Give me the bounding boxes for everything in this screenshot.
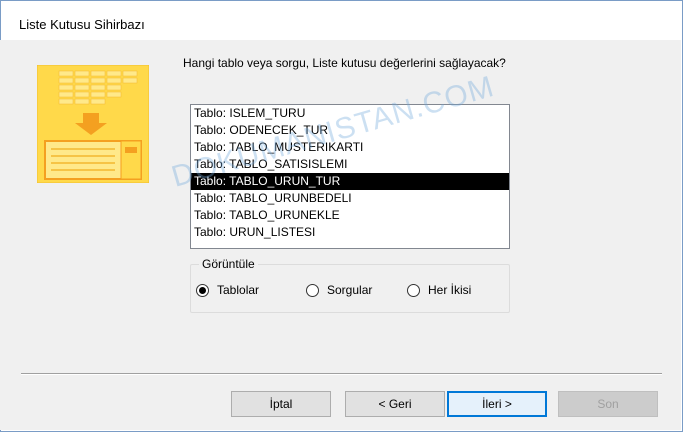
list-item-tablo-musterikarti[interactable]: Tablo: TABLO_MUSTERIKARTI (191, 139, 509, 156)
radio-queries-label: Sorgular (327, 283, 373, 297)
list-item-tablo-urunbedeli[interactable]: Tablo: TABLO_URUNBEDELI (191, 190, 509, 207)
radio-both[interactable]: Her İkisi (407, 283, 471, 297)
window-title: Liste Kutusu Sihirbazı (19, 17, 145, 32)
back-button[interactable]: < Geri (345, 391, 445, 417)
list-item-urun-listesi[interactable]: Tablo: URUN_LISTESI (191, 224, 509, 241)
wizard-illustration-icon (37, 65, 149, 183)
list-item-odenecek-tur[interactable]: Tablo: ODENECEK_TUR (191, 122, 509, 139)
radio-unchecked-icon[interactable] (306, 283, 319, 297)
radio-checked-icon[interactable] (196, 283, 209, 297)
button-separator (21, 373, 662, 375)
list-item-tablo-satisislemi[interactable]: Tablo: TABLO_SATISISLEMI (191, 156, 509, 173)
radio-queries[interactable]: Sorgular (306, 283, 372, 297)
table-query-listbox[interactable]: Tablo: ISLEM_TURU Tablo: ODENECEK_TUR Ta… (190, 104, 510, 249)
radio-tables-label: Tablolar (217, 283, 260, 297)
cancel-button[interactable]: İptal (231, 391, 331, 417)
list-item-islem-turu[interactable]: Tablo: ISLEM_TURU (191, 105, 509, 122)
list-item-tablo-urun-tur[interactable]: Tablo: TABLO_URUN_TUR (191, 173, 509, 190)
view-group-label: Görüntüle (199, 257, 258, 271)
radio-both-label: Her İkisi (428, 283, 472, 297)
radio-tables[interactable]: Tablolar (196, 283, 259, 297)
next-button[interactable]: İleri > (447, 391, 547, 417)
list-item-tablo-urunekle[interactable]: Tablo: TABLO_URUNEKLE (191, 207, 509, 224)
wizard-question: Hangi tablo veya sorgu, Liste kutusu değ… (183, 56, 506, 70)
radio-unchecked-icon[interactable] (407, 283, 420, 297)
title-bar: Liste Kutusu Sihirbazı (1, 1, 682, 41)
finish-button: Son (558, 391, 658, 417)
